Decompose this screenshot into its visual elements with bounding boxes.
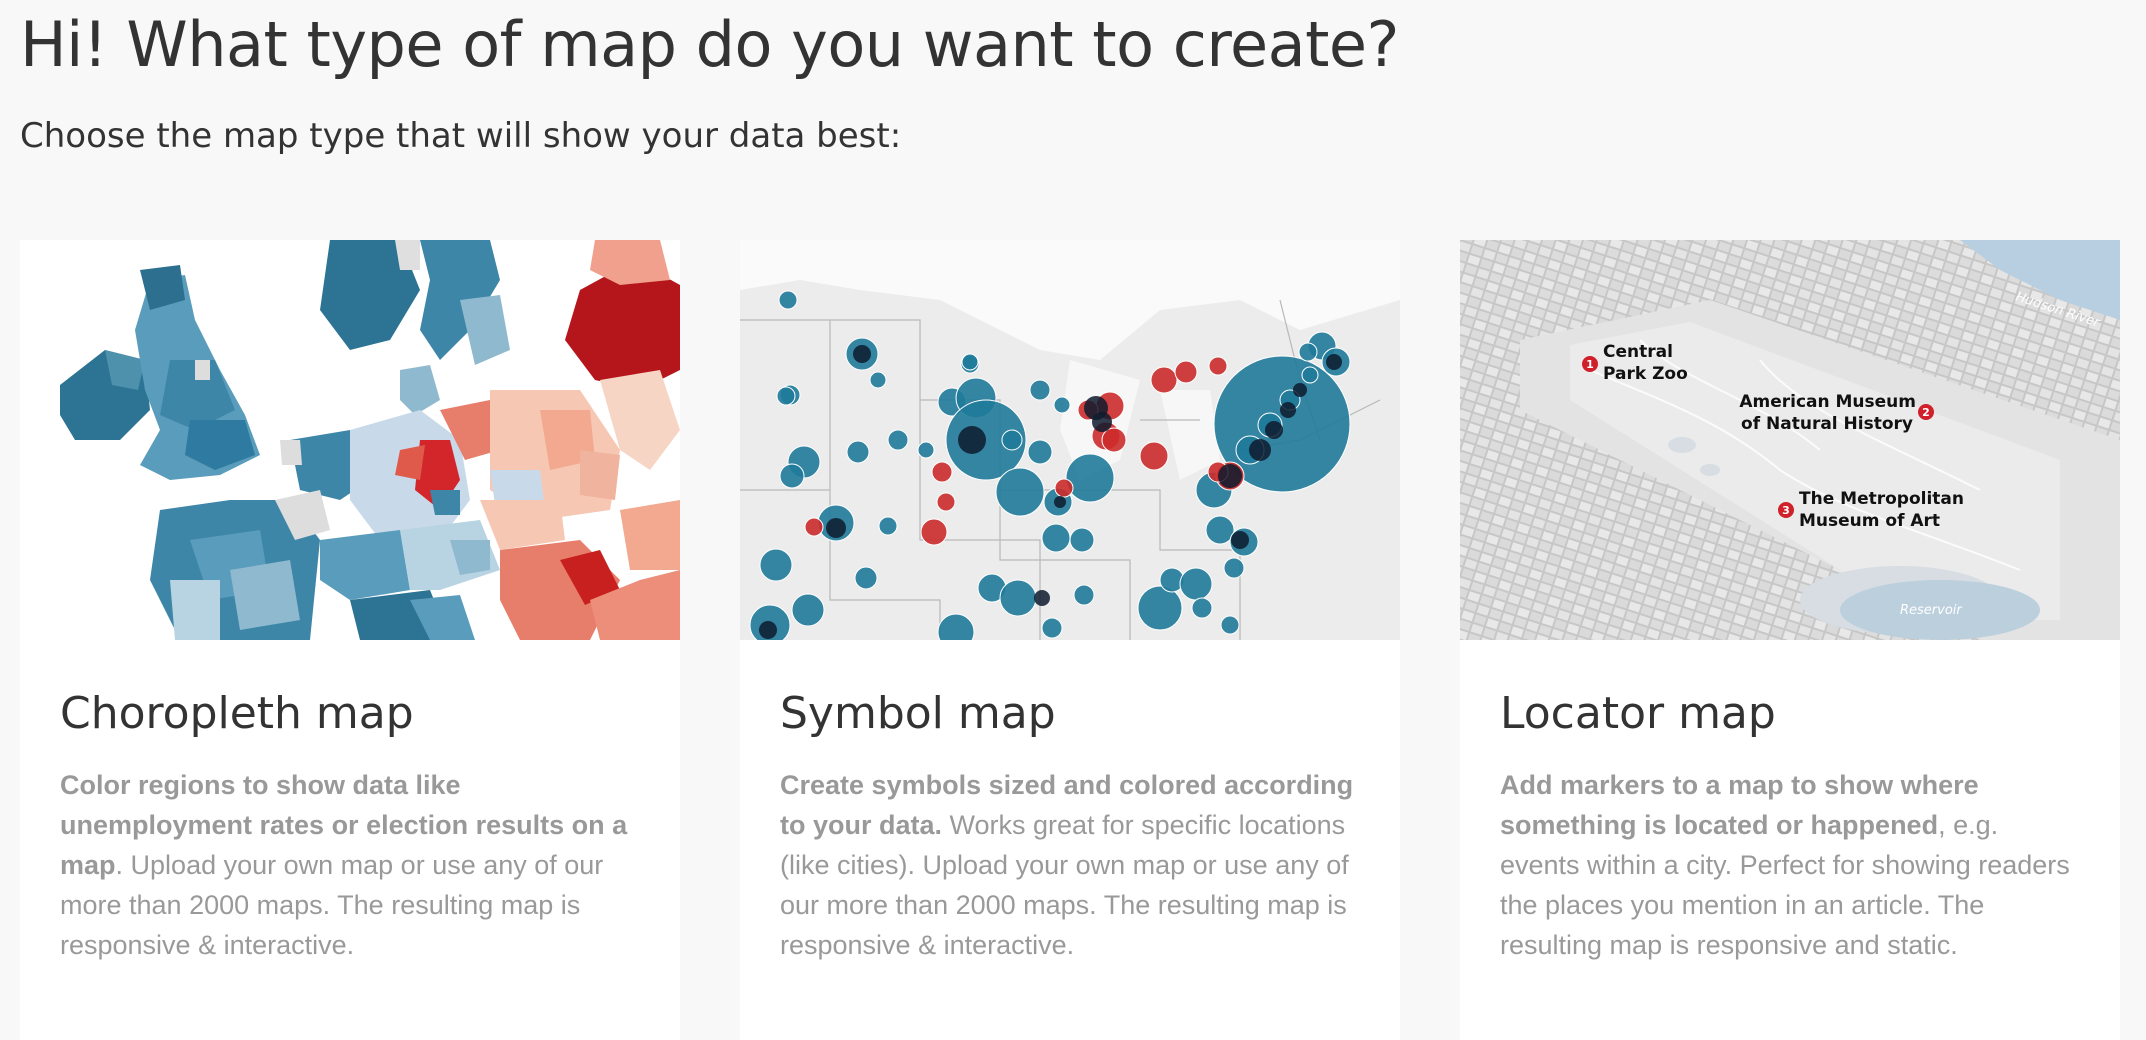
- locator-map-preview: Reservoir Hudson River 1 Central Park Zo…: [1460, 240, 2120, 640]
- symbol-map-preview: [740, 240, 1400, 640]
- marker-3-label-line1: The Metropolitan: [1799, 489, 1964, 509]
- page-title: Hi! What type of map do you want to crea…: [20, 8, 1399, 81]
- card-description: Create symbols sized and colored accordi…: [780, 765, 1364, 965]
- card-title: Locator map: [1500, 688, 1776, 739]
- card-description: Add markers to a map to show where somet…: [1500, 765, 2084, 965]
- symbol-map-card[interactable]: Symbol map Create symbols sized and colo…: [740, 240, 1400, 1040]
- card-description: Color regions to show data like unemploy…: [60, 765, 644, 965]
- marker-1-number: 1: [1586, 358, 1594, 371]
- card-title: Symbol map: [780, 688, 1056, 739]
- card-title: Choropleth map: [60, 688, 414, 739]
- marker-3-label-line2: Museum of Art: [1799, 511, 1940, 531]
- marker-3-number: 3: [1782, 504, 1790, 517]
- reservoir-label: Reservoir: [1900, 603, 1963, 618]
- page-subtitle: Choose the map type that will show your …: [20, 116, 902, 156]
- page: Hi! What type of map do you want to crea…: [0, 0, 2146, 1040]
- marker-1-label-line1: Central: [1603, 342, 1673, 362]
- marker-2-number: 2: [1922, 406, 1930, 419]
- choropleth-map-card[interactable]: Choropleth map Color regions to show dat…: [20, 240, 680, 1040]
- locator-map-card[interactable]: Reservoir Hudson River 1 Central Park Zo…: [1460, 240, 2120, 1040]
- marker-1-label-line2: Park Zoo: [1603, 364, 1688, 384]
- choropleth-map-preview: [20, 240, 680, 640]
- card-description-bold: Add markers to a map to show where somet…: [1500, 770, 1979, 840]
- marker-2-label-line1: American Museum: [1739, 392, 1916, 412]
- card-description-rest: . Upload your own map or use any of our …: [60, 850, 604, 960]
- marker-2-label-line2: of Natural History: [1741, 414, 1913, 434]
